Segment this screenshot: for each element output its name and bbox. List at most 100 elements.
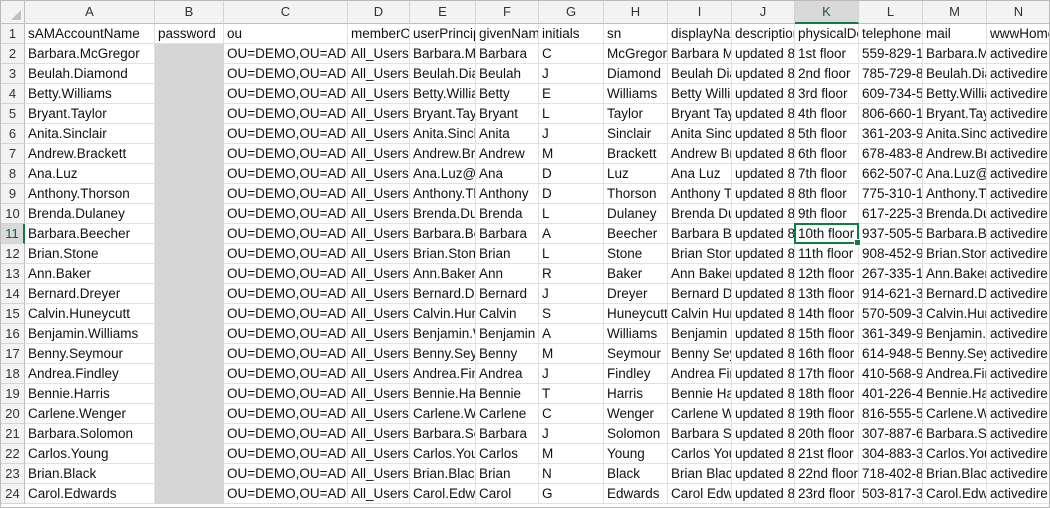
column-header-J[interactable]: J: [732, 1, 795, 24]
cell-N1[interactable]: wwwHomePage: [987, 24, 1049, 44]
cell-B19[interactable]: [155, 384, 224, 404]
cell-M2[interactable]: Barbara.McGregor: [923, 44, 987, 64]
cell-F18[interactable]: Andrea: [476, 364, 539, 384]
cell-I2[interactable]: Barbara McGregor: [668, 44, 732, 64]
cell-B23[interactable]: [155, 464, 224, 484]
cell-I14[interactable]: Bernard Dreyer: [668, 284, 732, 304]
cell-F12[interactable]: Brian: [476, 244, 539, 264]
cell-L17[interactable]: 614-948-50: [859, 344, 923, 364]
cell-C15[interactable]: OU=DEMO,OU=ADPI: [224, 304, 348, 324]
cell-C5[interactable]: OU=DEMO,OU=ADPI: [224, 104, 348, 124]
row-header-1[interactable]: 1: [1, 24, 25, 44]
cell-E3[interactable]: Beulah.Diamond: [410, 64, 476, 84]
cell-L13[interactable]: 267-335-17: [859, 264, 923, 284]
cell-G10[interactable]: L: [539, 204, 604, 224]
cell-L11[interactable]: 937-505-54: [859, 224, 923, 244]
cell-D12[interactable]: All_Users,: [348, 244, 410, 264]
cell-E14[interactable]: Bernard.Dreyer: [410, 284, 476, 304]
cell-M12[interactable]: Brian.Stone: [923, 244, 987, 264]
cell-A14[interactable]: Bernard.Dreyer: [25, 284, 155, 304]
cell-M13[interactable]: Ann.Baker: [923, 264, 987, 284]
cell-L6[interactable]: 361-203-91: [859, 124, 923, 144]
cell-B18[interactable]: [155, 364, 224, 384]
cell-N2[interactable]: activedire: [987, 44, 1049, 64]
cell-F22[interactable]: Carlos: [476, 444, 539, 464]
cell-E23[interactable]: Brian.Black: [410, 464, 476, 484]
cell-C18[interactable]: OU=DEMO,OU=ADPI: [224, 364, 348, 384]
cell-J12[interactable]: updated 8: [732, 244, 795, 264]
cell-H23[interactable]: Black: [604, 464, 668, 484]
cell-F19[interactable]: Bennie: [476, 384, 539, 404]
cell-G13[interactable]: R: [539, 264, 604, 284]
cell-A10[interactable]: Brenda.Dulaney: [25, 204, 155, 224]
cell-D8[interactable]: All_Users,: [348, 164, 410, 184]
cell-K15[interactable]: 14th floor: [795, 304, 859, 324]
cell-A18[interactable]: Andrea.Findley: [25, 364, 155, 384]
row-header-3[interactable]: 3: [1, 64, 25, 84]
cell-K4[interactable]: 3rd floor: [795, 84, 859, 104]
cell-I22[interactable]: Carlos Young: [668, 444, 732, 464]
cell-G2[interactable]: C: [539, 44, 604, 64]
cell-A11[interactable]: Barbara.Beecher: [25, 224, 155, 244]
row-header-12[interactable]: 12: [1, 244, 25, 264]
cell-I20[interactable]: Carlene Wenger: [668, 404, 732, 424]
cell-G6[interactable]: J: [539, 124, 604, 144]
cell-M16[interactable]: Benjamin.: [923, 324, 987, 344]
cell-H13[interactable]: Baker: [604, 264, 668, 284]
cell-H8[interactable]: Luz: [604, 164, 668, 184]
cell-K5[interactable]: 4th floor: [795, 104, 859, 124]
cell-L14[interactable]: 914-621-34: [859, 284, 923, 304]
cell-B6[interactable]: [155, 124, 224, 144]
cell-B1[interactable]: password: [155, 24, 224, 44]
cell-N6[interactable]: activedire: [987, 124, 1049, 144]
cell-I13[interactable]: Ann Baker: [668, 264, 732, 284]
cell-N13[interactable]: activedire: [987, 264, 1049, 284]
cell-L21[interactable]: 307-887-68: [859, 424, 923, 444]
cell-N16[interactable]: activedire: [987, 324, 1049, 344]
cell-F13[interactable]: Ann: [476, 264, 539, 284]
cell-J20[interactable]: updated 8: [732, 404, 795, 424]
cell-N22[interactable]: activedire: [987, 444, 1049, 464]
cell-D18[interactable]: All_Users,: [348, 364, 410, 384]
cell-J7[interactable]: updated 8: [732, 144, 795, 164]
cell-A19[interactable]: Bennie.Harris: [25, 384, 155, 404]
cell-L18[interactable]: 410-568-97: [859, 364, 923, 384]
cell-C1[interactable]: ou: [224, 24, 348, 44]
cell-I7[interactable]: Andrew Brackett: [668, 144, 732, 164]
cell-G12[interactable]: L: [539, 244, 604, 264]
cell-K2[interactable]: 1st floor: [795, 44, 859, 64]
row-header-7[interactable]: 7: [1, 144, 25, 164]
cell-J11[interactable]: updated 8: [732, 224, 795, 244]
cell-L2[interactable]: 559-829-14: [859, 44, 923, 64]
cell-L12[interactable]: 908-452-94: [859, 244, 923, 264]
row-header-14[interactable]: 14: [1, 284, 25, 304]
cell-H12[interactable]: Stone: [604, 244, 668, 264]
cell-L16[interactable]: 361-349-95: [859, 324, 923, 344]
cell-E6[interactable]: Anita.Sinclair: [410, 124, 476, 144]
cell-I8[interactable]: Ana Luz: [668, 164, 732, 184]
cell-M18[interactable]: Andrea.Findley: [923, 364, 987, 384]
cell-E18[interactable]: Andrea.Findley: [410, 364, 476, 384]
cell-B9[interactable]: [155, 184, 224, 204]
cell-H17[interactable]: Seymour: [604, 344, 668, 364]
cell-H22[interactable]: Young: [604, 444, 668, 464]
cell-C20[interactable]: OU=DEMO,OU=ADPI: [224, 404, 348, 424]
cell-E4[interactable]: Betty.Williams: [410, 84, 476, 104]
cell-K20[interactable]: 19th floor: [795, 404, 859, 424]
cell-H20[interactable]: Wenger: [604, 404, 668, 424]
cell-G3[interactable]: J: [539, 64, 604, 84]
cell-G24[interactable]: G: [539, 484, 604, 504]
cell-F7[interactable]: Andrew: [476, 144, 539, 164]
cell-E13[interactable]: Ann.Baker: [410, 264, 476, 284]
cell-F14[interactable]: Bernard: [476, 284, 539, 304]
cell-E5[interactable]: Bryant.Taylor: [410, 104, 476, 124]
cell-B22[interactable]: [155, 444, 224, 464]
cell-J9[interactable]: updated 8: [732, 184, 795, 204]
column-header-F[interactable]: F: [476, 1, 539, 24]
cell-C17[interactable]: OU=DEMO,OU=ADPI: [224, 344, 348, 364]
cell-H10[interactable]: Dulaney: [604, 204, 668, 224]
cell-M9[interactable]: Anthony.Thorson: [923, 184, 987, 204]
cell-N21[interactable]: activedire: [987, 424, 1049, 444]
cell-I17[interactable]: Benny Seymour: [668, 344, 732, 364]
cell-F4[interactable]: Betty: [476, 84, 539, 104]
